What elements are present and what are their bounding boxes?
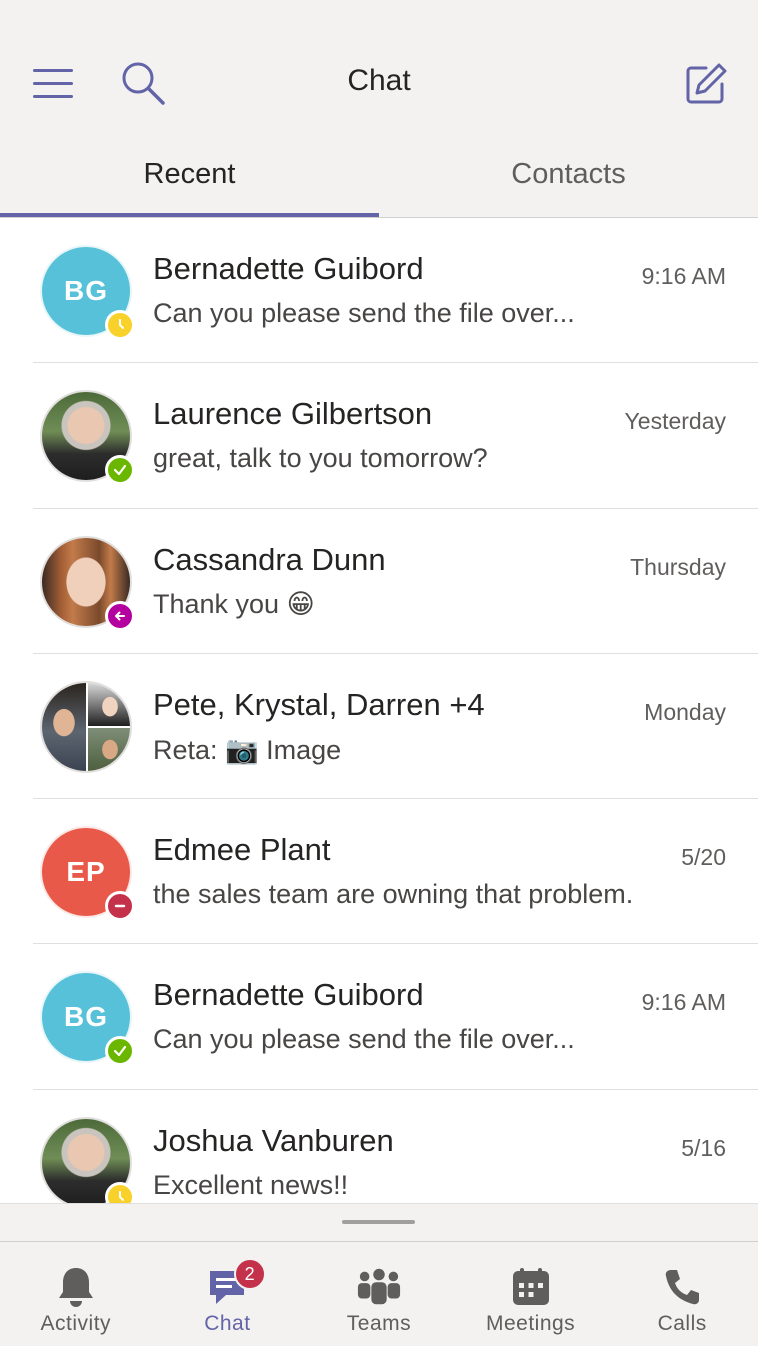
avatar xyxy=(40,535,135,631)
page-title: Chat xyxy=(347,64,411,97)
tabbar-item-teams[interactable]: Teams xyxy=(303,1242,455,1346)
phone-icon xyxy=(665,1270,700,1305)
status-available-icon xyxy=(105,1036,135,1067)
chat-preview: Reta: 📷 Image xyxy=(153,734,342,765)
tabbar-item-activity[interactable]: Activity xyxy=(0,1242,152,1346)
chat-name: Bernadette Guibord xyxy=(153,977,424,1013)
chat-time: 9:16 AM xyxy=(641,989,726,1016)
chat-row[interactable]: BG Bernadette Guibord 9:16 AM Can you pl… xyxy=(0,944,758,1090)
status-do-not-disturb-icon xyxy=(105,891,135,922)
drawer-handle-area[interactable] xyxy=(0,1203,758,1241)
unread-badge: 2 xyxy=(233,1258,266,1290)
status-available-icon xyxy=(105,455,135,486)
chat-preview: Can you please send the file over... xyxy=(153,298,575,328)
chat-name: Pete, Krystal, Darren +4 xyxy=(153,686,485,722)
teams-icon xyxy=(357,1268,401,1305)
chat-row[interactable]: EP Edmee Plant 5/20 the sales team are o… xyxy=(0,799,758,945)
avatar-initials: BG xyxy=(64,1001,108,1033)
chat-list[interactable]: BG Bernadette Guibord 9:16 AM Can you pl… xyxy=(0,218,758,1203)
bell-icon xyxy=(58,1268,93,1307)
tabbar-label: Calls xyxy=(657,1312,707,1335)
chat-row[interactable]: Cassandra Dunn Thursday Thank you 😁 xyxy=(0,509,758,654)
tabbar-item-chat[interactable]: 2 Chat xyxy=(152,1242,304,1346)
chat-row[interactable]: BG Bernadette Guibord 9:16 AM Can you pl… xyxy=(0,218,758,364)
group-photo xyxy=(40,680,132,773)
tabbar-item-meetings[interactable]: Meetings xyxy=(455,1242,607,1346)
app-header: Chat Recent Contacts xyxy=(0,0,758,218)
chat-name: Bernadette Guibord xyxy=(153,251,424,286)
chat-name: Edmee Plant xyxy=(153,832,331,868)
chat-time: Monday xyxy=(644,698,726,725)
status-away-icon xyxy=(105,1181,135,1203)
chat-preview: great, talk to you tomorrow? xyxy=(153,443,488,474)
chat-preview: Can you please send the file over... xyxy=(153,1024,575,1055)
chat-time: Yesterday xyxy=(624,408,726,435)
chat-time: 5/20 xyxy=(681,844,726,871)
chat-tabs: Recent Contacts xyxy=(0,140,758,218)
bottom-tab-bar: Activity 2 Chat Teams Meetings Calls xyxy=(0,1241,758,1346)
status-away-icon xyxy=(105,310,135,340)
tabbar-label: Chat xyxy=(204,1312,251,1335)
chat-time: Thursday xyxy=(630,553,726,580)
group-avatar xyxy=(40,680,132,773)
avatar-initials: EP xyxy=(66,856,106,888)
tabbar-item-calls[interactable]: Calls xyxy=(606,1242,758,1346)
avatar xyxy=(40,390,135,486)
status-out-of-office-icon xyxy=(105,600,135,631)
compose-button[interactable] xyxy=(680,58,732,110)
avatar: BG xyxy=(40,245,135,340)
chat-name: Joshua Vanburen xyxy=(153,1122,394,1158)
chat-time: 9:16 AM xyxy=(641,263,726,289)
chat-time: 5/16 xyxy=(681,1134,726,1161)
avatar-initials: BG xyxy=(64,275,108,306)
tab-contacts[interactable]: Contacts xyxy=(379,140,758,218)
chat-preview: the sales team are owning that problem. xyxy=(153,879,634,910)
chat-preview: Excellent news!! xyxy=(153,1169,349,1200)
chat-row[interactable]: Joshua Vanburen 5/16 Excellent news!! xyxy=(0,1090,758,1203)
chat-row[interactable]: Pete, Krystal, Darren +4 Monday Reta: 📷 … xyxy=(0,654,758,800)
avatar: EP xyxy=(40,826,135,922)
chat-name: Laurence Gilbertson xyxy=(153,396,433,432)
chat-row[interactable]: Laurence Gilbertson Yesterday great, tal… xyxy=(0,363,758,509)
tabbar-label: Teams xyxy=(346,1312,412,1335)
avatar: BG xyxy=(40,971,135,1067)
compose-icon xyxy=(686,63,727,104)
avatar xyxy=(40,1116,135,1203)
drag-handle[interactable] xyxy=(342,1220,415,1224)
calendar-icon xyxy=(512,1268,549,1305)
tab-recent[interactable]: Recent xyxy=(0,140,379,218)
tabbar-label: Meetings xyxy=(485,1312,576,1335)
chat-name: Cassandra Dunn xyxy=(153,541,386,577)
chat-preview: Thank you 😁 xyxy=(153,588,315,619)
tabbar-label: Activity xyxy=(40,1312,112,1335)
